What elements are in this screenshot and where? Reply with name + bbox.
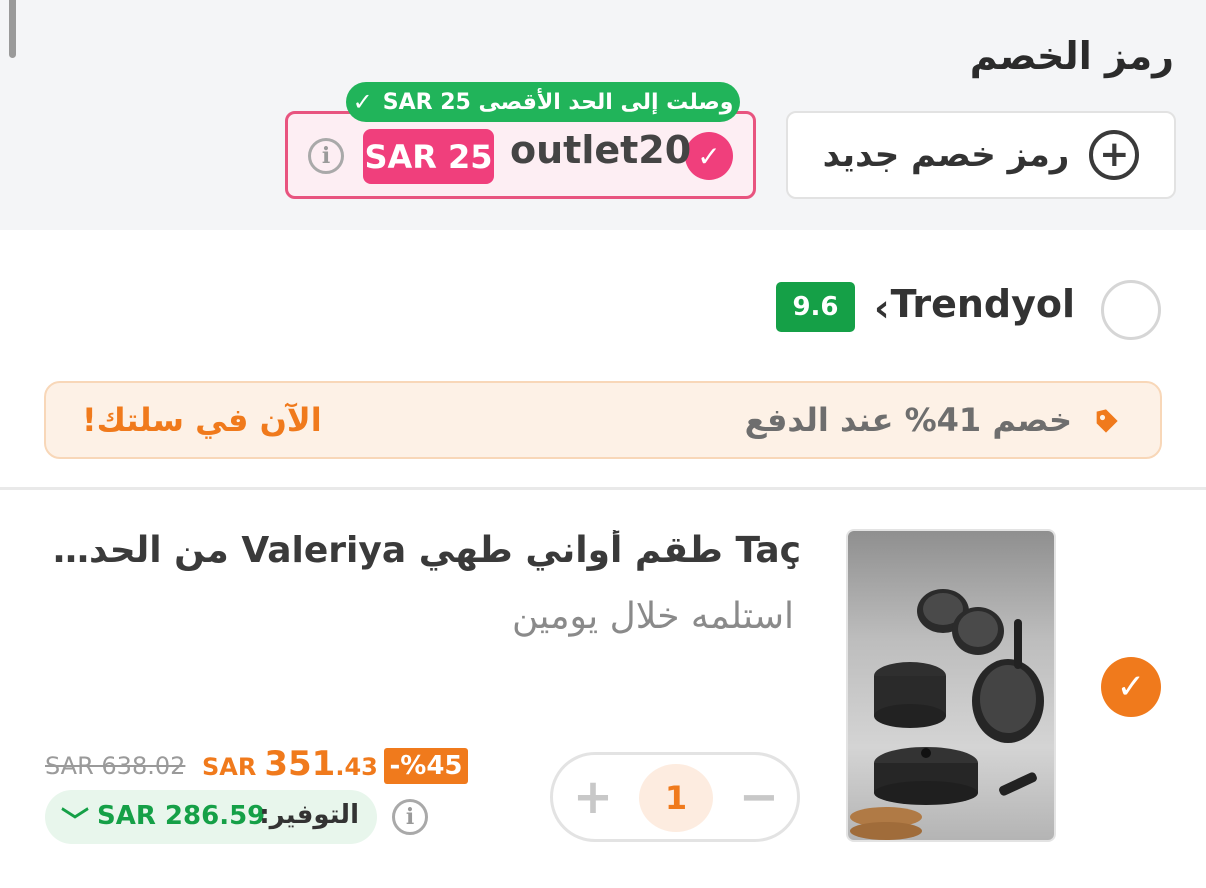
price-integer: 351: [264, 744, 336, 784]
discount-percent-badge: %45-: [384, 748, 468, 784]
coupon-amount-badge: SAR 25: [363, 129, 494, 184]
check-icon: ✓: [352, 88, 373, 116]
applied-coupon-card[interactable]: ✓ outlet20 SAR 25 i: [285, 111, 756, 199]
price-decimal: .43: [335, 753, 378, 781]
increase-quantity-button[interactable]: +: [571, 767, 615, 827]
product-select-checkbox[interactable]: ✓: [1101, 657, 1161, 717]
info-icon[interactable]: i: [392, 799, 428, 835]
coupon-section-title: رمز الخصم: [969, 34, 1174, 78]
add-coupon-button[interactable]: + رمز خصم جديد: [786, 111, 1176, 199]
max-discount-reached-badge: وصلت إلى الحد الأقصى SAR 25 ✓: [346, 82, 740, 122]
promo-text: خصم 41% عند الدفع: [744, 401, 1072, 439]
quantity-stepper: + 1 −: [550, 752, 800, 842]
delivery-estimate: استلمه خلال يومين: [511, 596, 794, 637]
chevron-left-icon[interactable]: ‹: [874, 286, 890, 330]
savings-pill[interactable]: ﹀ SAR 286.59 التوفير:: [45, 790, 377, 844]
chevron-down-icon: ﹀: [61, 805, 90, 838]
decrease-quantity-button[interactable]: −: [737, 767, 781, 827]
seller-rating-badge: 9.6: [776, 282, 855, 332]
product-image[interactable]: [846, 529, 1056, 842]
coupon-code: outlet20: [510, 128, 692, 172]
cookware-illustration: [850, 589, 1044, 840]
info-icon[interactable]: i: [308, 138, 344, 174]
coupon-section: رمز الخصم + رمز خصم جديد ✓ outlet20 SAR …: [0, 0, 1206, 230]
add-coupon-label: رمز خصم جديد: [822, 135, 1070, 175]
seller-name-link[interactable]: Trendyol: [891, 282, 1075, 326]
seller-select-radio[interactable]: [1101, 280, 1161, 340]
savings-label: التوفير:: [259, 800, 359, 830]
checkout-discount-banner: خصم 41% عند الدفع الآن في سلتك!: [44, 381, 1162, 459]
original-price: SAR 638.02: [45, 752, 186, 780]
savings-amount: SAR 286.59: [97, 801, 266, 831]
max-reached-text: وصلت إلى الحد الأقصى SAR 25: [382, 89, 734, 115]
divider: [0, 487, 1206, 490]
quantity-value: 1: [639, 764, 713, 832]
price-currency: SAR: [202, 753, 257, 781]
product-title[interactable]: Taç طقم أواني طهي Valeriya من الحديد الز…: [41, 530, 801, 571]
promo-cta-text: الآن في سلتك!: [82, 401, 322, 439]
current-price: SAR 351.43: [202, 744, 378, 784]
tag-icon: [1096, 409, 1118, 433]
scroll-handle[interactable]: [9, 0, 16, 58]
check-icon: ✓: [685, 132, 733, 180]
plus-circle-icon: +: [1089, 130, 1140, 180]
